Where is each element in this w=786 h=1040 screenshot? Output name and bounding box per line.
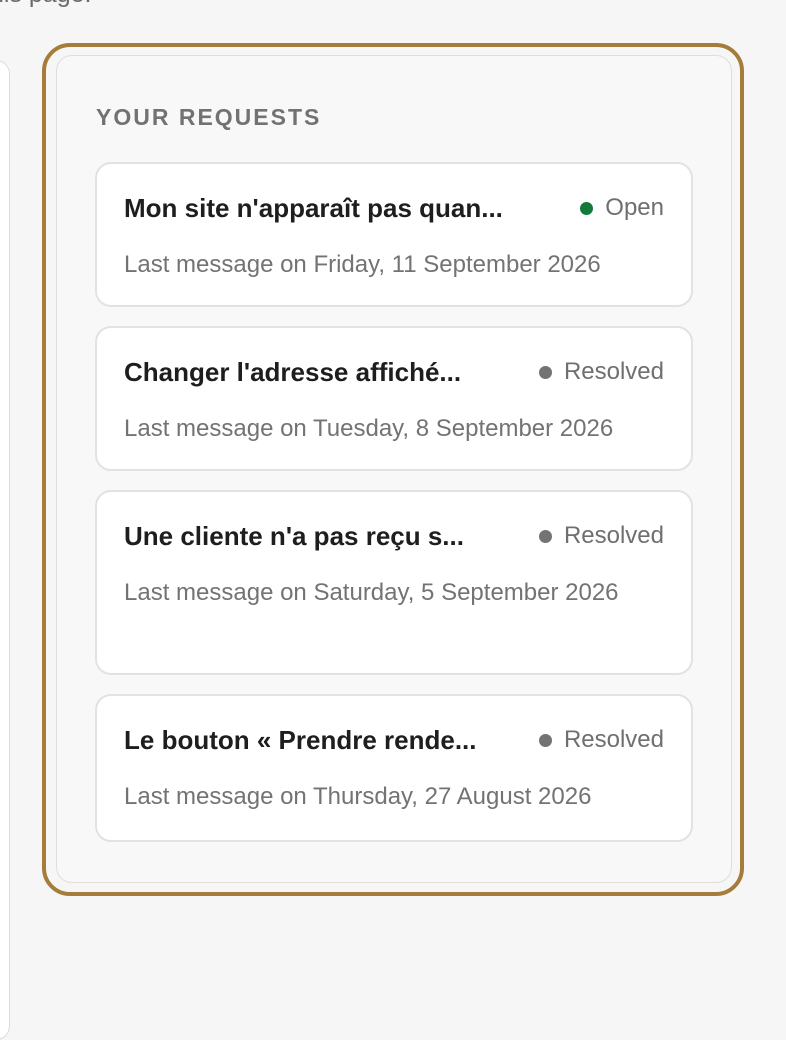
request-status: Open bbox=[580, 194, 664, 222]
request-status-label: Resolved bbox=[563, 522, 664, 549]
request-last-message: Last message on Tuesday, 8 September 202… bbox=[124, 415, 614, 442]
request-title: Une cliente n'a pas reçu s... bbox=[124, 521, 464, 551]
request-last-message: Last message on Thursday, 27 August 2026 bbox=[124, 783, 592, 810]
resolved-status-dot-icon bbox=[538, 529, 552, 543]
request-title: Mon site n'apparaît pas quan... bbox=[124, 193, 503, 223]
page-description-text: his page. bbox=[0, 0, 91, 9]
left-panel-edge bbox=[0, 60, 10, 1040]
request-card[interactable]: Mon site n'apparaît pas quan... Open Las… bbox=[95, 162, 693, 307]
request-card[interactable]: Une cliente n'a pas reçu s... Resolved L… bbox=[95, 490, 693, 675]
requests-section-title: YOUR REQUESTS bbox=[96, 104, 322, 130]
request-status-label: Resolved bbox=[563, 726, 664, 753]
open-status-dot-icon bbox=[580, 201, 594, 215]
request-status: Resolved bbox=[538, 726, 664, 754]
resolved-status-dot-icon bbox=[538, 365, 552, 379]
request-last-message: Last message on Friday, 11 September 202… bbox=[124, 251, 601, 278]
request-status-label: Resolved bbox=[563, 358, 664, 385]
request-status: Resolved bbox=[538, 358, 664, 386]
request-card[interactable]: Le bouton « Prendre rende... Resolved La… bbox=[95, 694, 693, 842]
request-title: Changer l'adresse affiché... bbox=[124, 357, 462, 387]
request-status-label: Open bbox=[605, 194, 664, 221]
request-title: Le bouton « Prendre rende... bbox=[124, 725, 477, 755]
requests-panel: YOUR REQUESTS Mon site n'apparaît pas qu… bbox=[56, 55, 732, 883]
resolved-status-dot-icon bbox=[538, 733, 552, 747]
request-status: Resolved bbox=[538, 522, 664, 550]
request-last-message: Last message on Saturday, 5 September 20… bbox=[124, 579, 619, 606]
request-card[interactable]: Changer l'adresse affiché... Resolved La… bbox=[95, 326, 693, 471]
